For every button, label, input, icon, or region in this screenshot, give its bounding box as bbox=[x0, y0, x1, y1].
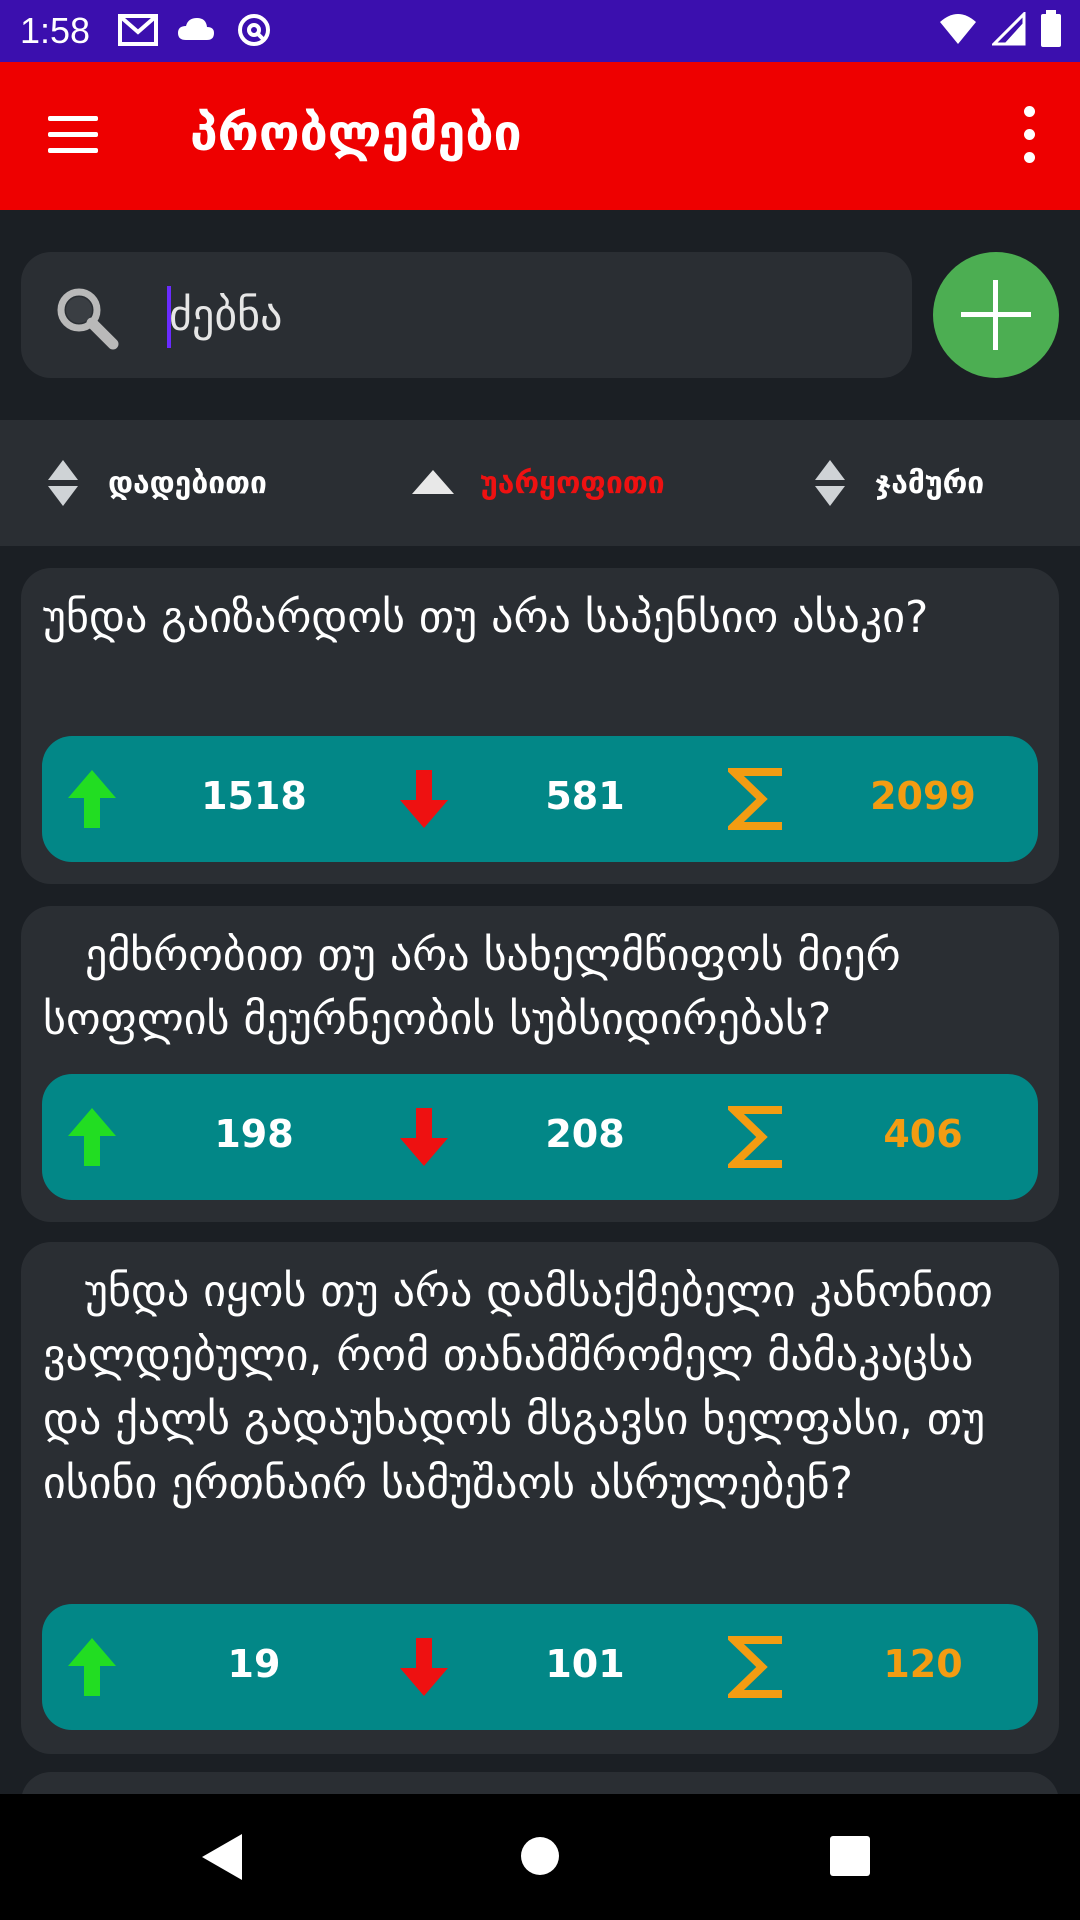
sum-icon bbox=[728, 768, 782, 830]
total-count: 120 bbox=[883, 1642, 963, 1686]
problem-text: უნდა გაიზარდოს თუ არა საპენსიო ასაკი? bbox=[43, 592, 929, 643]
status-notification-icons bbox=[118, 12, 274, 48]
search-box[interactable] bbox=[21, 252, 912, 378]
problem-card[interactable]: უნდა გაიზარდოს თუ არა საპენსიო ასაკი? 15… bbox=[21, 568, 1059, 884]
total-count: 406 bbox=[883, 1112, 963, 1156]
upvote-count: 198 bbox=[214, 1112, 294, 1156]
problem-text: ემხრობით თუ არა სახელმწიფოს მიერ სოფლის … bbox=[43, 930, 915, 1045]
sort-total[interactable]: ჯამური bbox=[815, 420, 984, 546]
upvote-icon[interactable] bbox=[62, 1104, 122, 1170]
upvote-count: 1518 bbox=[201, 774, 307, 818]
more-options-icon[interactable] bbox=[1010, 100, 1050, 170]
sum-icon bbox=[728, 1636, 782, 1698]
sort-ascending-icon bbox=[412, 470, 454, 494]
add-button[interactable] bbox=[933, 252, 1059, 378]
sum-icon bbox=[728, 1106, 782, 1168]
sort-total-label: ჯამური bbox=[875, 465, 985, 501]
downvote-count: 581 bbox=[545, 774, 625, 818]
downvote-count: 101 bbox=[545, 1642, 625, 1686]
problem-list: უნდა გაიზარდოს თუ არა საპენსიო ასაკი? 15… bbox=[0, 546, 1080, 1794]
search-row bbox=[0, 210, 1080, 420]
menu-icon[interactable] bbox=[44, 106, 104, 166]
text-cursor bbox=[167, 286, 171, 348]
problem-card[interactable] bbox=[21, 1772, 1059, 1794]
vote-stats: 1518 581 2099 bbox=[42, 736, 1038, 862]
sync-icon bbox=[238, 14, 270, 46]
app-bar: პრობლემები bbox=[0, 62, 1080, 210]
sort-positive[interactable]: დადებითი bbox=[48, 420, 267, 546]
sort-negative-label: უარყოფითი bbox=[480, 465, 665, 501]
status-bar: 1:58 bbox=[0, 0, 1080, 62]
sort-negative[interactable]: უარყოფითი bbox=[412, 420, 665, 546]
downvote-count: 208 bbox=[545, 1112, 625, 1156]
sort-updown-icon bbox=[48, 460, 78, 506]
recents-icon[interactable] bbox=[830, 1836, 870, 1876]
upvote-count: 19 bbox=[227, 1642, 281, 1686]
problem-card[interactable]: უნდა იყოს თუ არა დამსაქმებელი კანონით ვა… bbox=[21, 1242, 1059, 1754]
sort-positive-label: დადებითი bbox=[108, 465, 267, 501]
wifi-icon bbox=[940, 14, 976, 44]
signal-icon bbox=[992, 12, 1026, 46]
downvote-icon[interactable] bbox=[394, 766, 454, 832]
problem-text: უნდა იყოს თუ არა დამსაქმებელი კანონით ვა… bbox=[43, 1266, 1007, 1509]
downvote-icon[interactable] bbox=[394, 1104, 454, 1170]
search-icon bbox=[57, 288, 119, 350]
vote-stats: 198 208 406 bbox=[42, 1074, 1038, 1200]
downvote-icon[interactable] bbox=[394, 1634, 454, 1700]
gmail-icon bbox=[118, 14, 158, 46]
status-time: 1:58 bbox=[20, 10, 91, 51]
total-count: 2099 bbox=[870, 774, 976, 818]
upvote-icon[interactable] bbox=[62, 1634, 122, 1700]
problem-card[interactable]: ემხრობით თუ არა სახელმწიფოს მიერ სოფლის … bbox=[21, 906, 1059, 1222]
status-system-icons bbox=[938, 10, 1062, 48]
sort-updown-icon bbox=[815, 460, 845, 506]
sort-bar: დადებითი უარყოფითი ჯამური bbox=[0, 420, 1080, 546]
cloud-icon bbox=[178, 18, 214, 40]
back-icon[interactable] bbox=[202, 1834, 244, 1880]
home-icon[interactable] bbox=[520, 1836, 560, 1876]
vote-stats: 19 101 120 bbox=[42, 1604, 1038, 1730]
upvote-icon[interactable] bbox=[62, 766, 122, 832]
search-input[interactable] bbox=[169, 280, 869, 350]
system-nav-bar bbox=[0, 1794, 1080, 1920]
battery-icon bbox=[1041, 10, 1061, 47]
page-title: პრობლემები bbox=[190, 104, 522, 162]
